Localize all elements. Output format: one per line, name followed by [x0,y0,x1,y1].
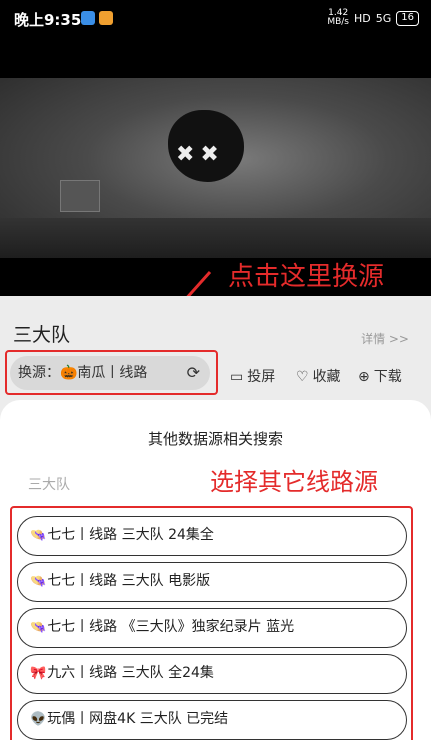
favorite-button[interactable]: ♡ 收藏 [296,366,341,386]
status-indicators: 1.42 MB/s HD 5G 16 [327,9,419,27]
download-button[interactable]: ⊕ 下载 [358,366,402,386]
details-link[interactable]: 详情 >> [361,330,409,347]
result-text: 九六丨线路 三大队 全24集 [47,665,214,681]
favorite-label: 收藏 [312,369,341,385]
video-top-band [0,36,431,78]
signal-icon: 5G [375,11,392,25]
result-text: 七七丨线路 三大队 电影版 [47,573,211,589]
status-bar: 晚上9:35 1.42 MB/s HD 5G 16 [0,0,431,36]
hat-icon: 👒 [30,620,47,635]
cast-icon: ▭ [230,369,244,385]
alien-icon: 👽 [30,712,47,727]
source-search-sheet: 其他数据源相关搜索 三大队 选择其它线路源 👒七七丨线路 三大队 24集全 👒七… [0,400,431,740]
ribbon-icon: 🎀 [30,666,47,681]
annotation-tap-to-switch: 点击这里换源 [228,262,385,292]
annotation-choose-source: 选择其它线路源 [210,468,378,496]
net-speed: 1.42 MB/s [327,9,349,27]
status-time: 晚上9:35 [14,11,82,29]
video-floor [0,218,431,258]
source-result-item[interactable]: 👒七七丨线路 《三大队》独家纪录片 蓝光 [17,608,407,648]
source-result-item[interactable]: 🎀九六丨线路 三大队 全24集 [17,654,407,694]
result-text: 玩偶丨网盘4K 三大队 已完结 [47,711,229,727]
hat-icon: 👒 [30,528,47,543]
show-title: 三大队 [13,324,71,346]
video-character-eyes: ✖✖ [176,142,225,167]
video-object [60,180,100,212]
battery-icon: 16 [396,10,419,26]
cast-label: 投屏 [247,369,276,385]
video-player[interactable]: ✖✖ [0,78,431,258]
cast-button[interactable]: ▭ 投屏 [230,366,275,386]
result-text: 七七丨线路 三大队 24集全 [47,527,214,543]
search-query: 三大队 [28,477,70,493]
source-result-item[interactable]: 👒七七丨线路 三大队 24集全 [17,516,407,556]
app-notification-icon-2 [99,11,113,25]
download-icon: ⊕ [358,369,370,385]
heart-icon: ♡ [296,369,309,385]
net-speed-unit: MB/s [327,17,349,27]
source-highlight-box [5,350,218,395]
source-result-item[interactable]: 👒七七丨线路 三大队 电影版 [17,562,407,602]
source-result-item[interactable]: 👽玩偶丨网盘4K 三大队 已完结 [17,700,407,740]
app-notification-icon [81,11,95,25]
result-text: 七七丨线路 《三大队》独家纪录片 蓝光 [47,619,295,635]
sheet-title: 其他数据源相关搜索 [147,430,283,448]
hat-icon: 👒 [30,574,47,589]
download-label: 下载 [373,369,402,385]
hd-icon: HD [353,11,371,25]
